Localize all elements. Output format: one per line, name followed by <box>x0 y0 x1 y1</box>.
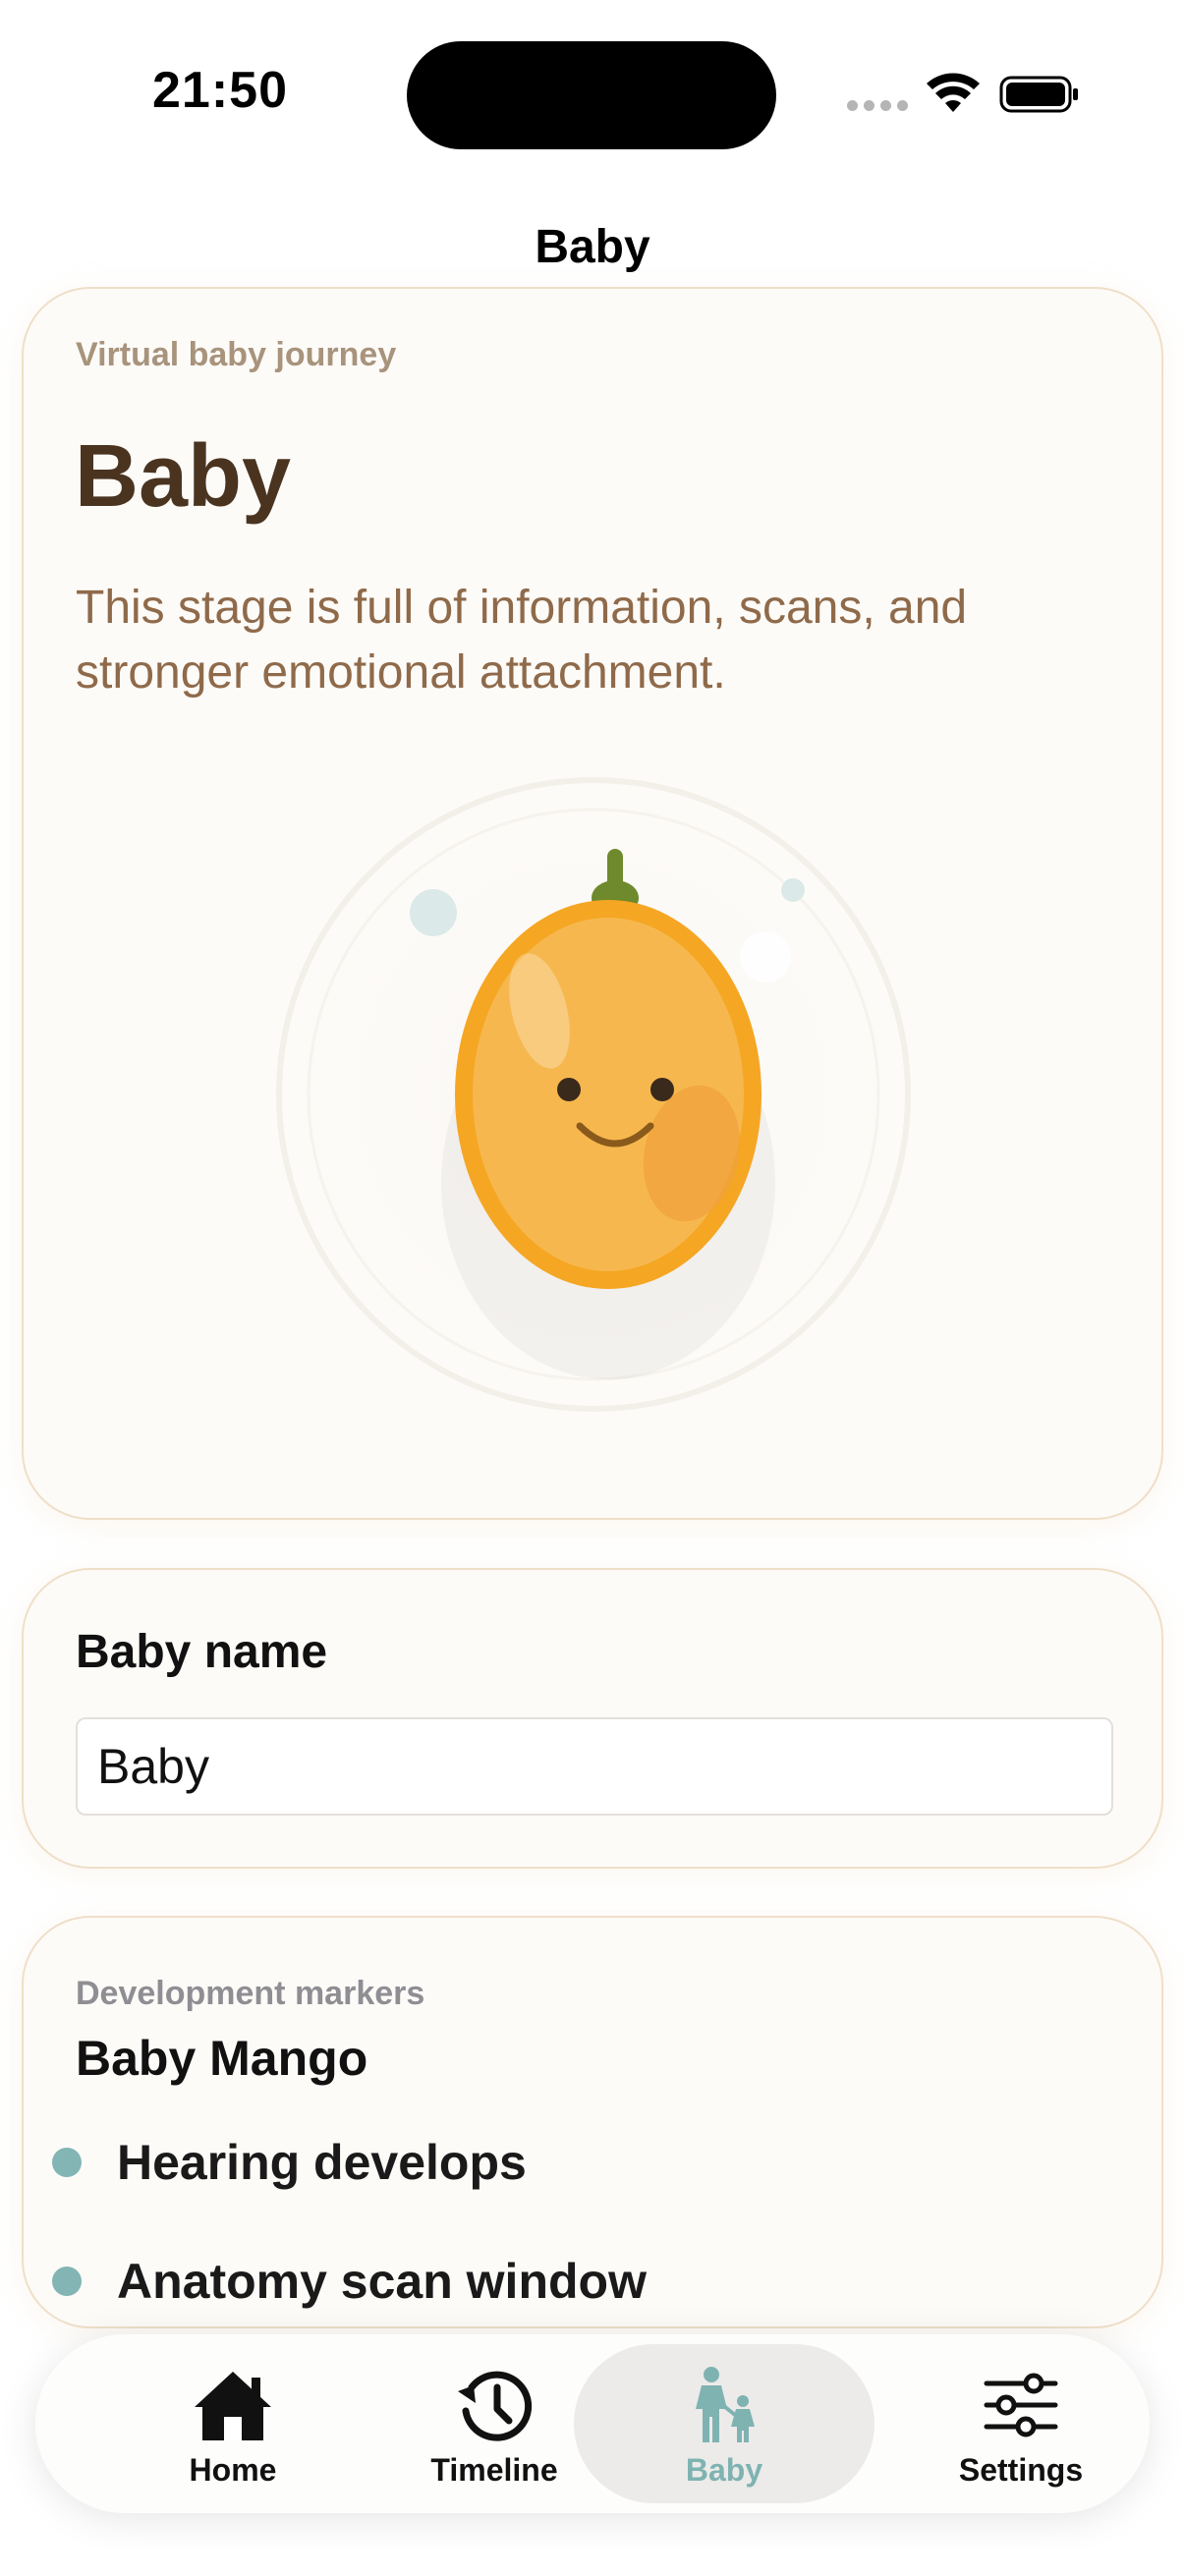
development-marker: Anatomy scan window <box>52 2253 647 2310</box>
hero-card: Virtual baby journey Baby This stage is … <box>22 287 1163 1520</box>
bullet-dot-icon <box>52 2148 82 2177</box>
wifi-icon <box>927 73 980 112</box>
tab-settings[interactable]: Settings <box>888 2334 1154 2513</box>
cellular-signal-icon <box>847 100 908 111</box>
home-icon <box>195 2372 271 2440</box>
tab-home[interactable]: Home <box>100 2334 366 2513</box>
history-icon <box>458 2371 533 2441</box>
tab-baby[interactable]: Baby <box>574 2344 875 2503</box>
baby-name-label: Baby name <box>76 1626 328 1678</box>
sliders-icon <box>984 2373 1058 2437</box>
mango-character-illustration <box>269 770 918 1419</box>
hero-description: This stage is full of information, scans… <box>76 582 968 699</box>
development-title: Baby Mango <box>76 2031 368 2086</box>
parent-child-icon <box>696 2367 755 2442</box>
tab-settings-label: Settings <box>958 2452 1084 2488</box>
development-marker: Hearing develops <box>52 2134 527 2191</box>
bullet-dot-icon <box>52 2267 82 2296</box>
baby-name-card: Baby name <box>22 1568 1163 1869</box>
page-title: Baby <box>535 221 650 273</box>
tab-baby-label: Baby <box>685 2452 763 2488</box>
battery-icon <box>999 76 1078 113</box>
hero-eyebrow: Virtual baby journey <box>76 336 397 373</box>
development-marker-label: Hearing develops <box>117 2135 527 2190</box>
hero-title: Baby <box>75 427 292 526</box>
tab-timeline-label: Timeline <box>430 2452 558 2488</box>
development-eyebrow: Development markers <box>76 1975 425 2012</box>
tab-bar: Home Timeline Baby Settings <box>35 2334 1150 2513</box>
dynamic-island <box>407 41 776 149</box>
screen: 21:50 Baby Virtual baby journey Baby Thi… <box>0 0 1185 2576</box>
baby-name-input[interactable] <box>76 1717 1113 1816</box>
development-marker-label: Anatomy scan window <box>117 2254 647 2309</box>
status-time: 21:50 <box>152 62 288 119</box>
tab-home-label: Home <box>189 2452 277 2488</box>
